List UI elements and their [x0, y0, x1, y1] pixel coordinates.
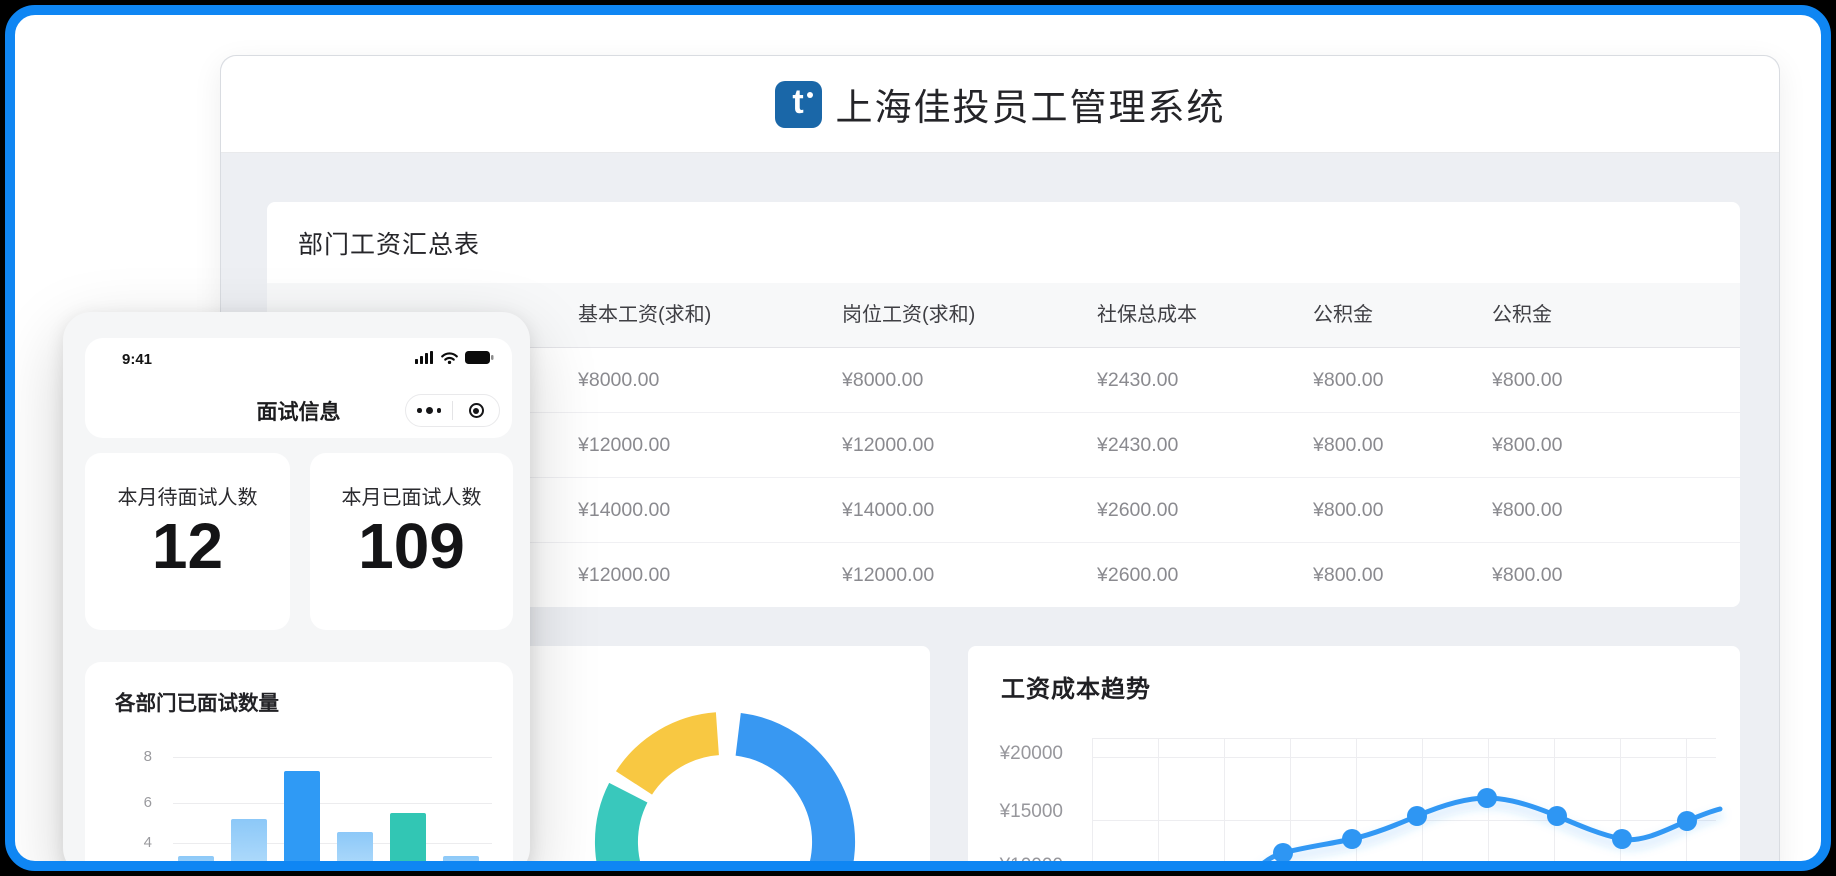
trend-chart-card: 工资成本趋势 ¥20000 ¥15000 ¥10000 — [968, 646, 1740, 867]
table-cell: ¥12000.00 — [578, 413, 670, 478]
gridline — [173, 757, 492, 758]
table-column-header: 公积金 — [1313, 283, 1373, 348]
table-cell: ¥12000.00 — [842, 413, 934, 478]
table-cell: ¥800.00 — [1492, 413, 1563, 478]
app-frame: t 上海佳投员工管理系统 部门工资汇总表 基本工资(求和) 岗位工资(求和) 社… — [0, 0, 1836, 876]
table-cell: ¥2430.00 — [1097, 348, 1178, 413]
bar — [231, 819, 267, 867]
table-cell: ¥800.00 — [1313, 478, 1384, 543]
data-point — [1477, 788, 1497, 808]
table-column-header: 岗位工资(求和) — [842, 283, 975, 348]
wechat-capsule — [405, 394, 500, 427]
phone-mockup: 9:41 — [63, 312, 530, 867]
table-cell: ¥8000.00 — [578, 348, 659, 413]
bar — [178, 856, 214, 867]
donut-segment-blue — [738, 734, 833, 867]
gridline — [173, 843, 492, 844]
stat-card-pending: 本月待面试人数 12 — [85, 453, 290, 630]
stat-label: 本月已面试人数 — [310, 481, 513, 510]
table-cell: ¥800.00 — [1492, 348, 1563, 413]
bar — [284, 771, 320, 867]
bar — [390, 813, 426, 867]
stat-value: 12 — [85, 509, 290, 583]
table-cell: ¥12000.00 — [578, 543, 670, 608]
axis-tick-label: 8 — [115, 748, 152, 766]
gridline — [173, 803, 492, 804]
bar — [443, 856, 479, 867]
table-column-header: 基本工资(求和) — [578, 283, 711, 348]
axis-tick-label: 4 — [115, 834, 152, 852]
wifi-icon — [440, 351, 459, 364]
phone-bar-chart-card: 各部门已面试数量 8 6 4 — [85, 662, 513, 867]
table-cell: ¥8000.00 — [842, 348, 923, 413]
window-header: t 上海佳投员工管理系统 — [221, 56, 1779, 153]
table-cell: ¥800.00 — [1492, 543, 1563, 608]
stat-card-done: 本月已面试人数 109 — [310, 453, 513, 630]
axis-tick-label: 6 — [115, 794, 152, 812]
page-title: 上海佳投员工管理系统 — [836, 77, 1226, 131]
data-point — [1407, 806, 1427, 826]
data-point — [1612, 829, 1632, 849]
table-cell: ¥14000.00 — [842, 478, 934, 543]
status-icons — [415, 351, 494, 364]
data-point — [1273, 843, 1293, 863]
table-cell: ¥800.00 — [1313, 543, 1384, 608]
trend-line — [1240, 798, 1720, 867]
table-column-header: 公积金 — [1492, 283, 1552, 348]
status-time-label: 9:41 — [122, 351, 152, 368]
table-column-header: 社保总成本 — [1097, 283, 1197, 348]
data-point — [1677, 811, 1697, 831]
table-cell: ¥14000.00 — [578, 478, 670, 543]
table-title: 部门工资汇总表 — [298, 225, 480, 261]
signal-icon — [415, 351, 434, 364]
donut-segment-yellow — [634, 734, 717, 783]
data-point — [1342, 829, 1362, 849]
table-cell: ¥12000.00 — [842, 543, 934, 608]
bar-chart-title: 各部门已面试数量 — [115, 686, 279, 716]
table-cell: ¥800.00 — [1313, 348, 1384, 413]
logo-letter: t — [775, 83, 822, 122]
bar — [337, 832, 373, 867]
table-cell: ¥800.00 — [1492, 478, 1563, 543]
stat-value: 109 — [310, 509, 513, 583]
table-cell: ¥2430.00 — [1097, 413, 1178, 478]
frame-inner-background: t 上海佳投员工管理系统 部门工资汇总表 基本工资(求和) 岗位工资(求和) 社… — [9, 9, 1827, 867]
logo-dot — [807, 92, 813, 98]
app-logo-icon: t — [775, 81, 822, 128]
table-cell: ¥2600.00 — [1097, 478, 1178, 543]
trend-line-chart — [968, 646, 1740, 867]
battery-icon — [465, 351, 494, 364]
stat-label: 本月待面试人数 — [85, 481, 290, 510]
phone-status-nav-card: 9:41 — [85, 338, 512, 438]
table-cell: ¥2600.00 — [1097, 543, 1178, 608]
exit-capsule-icon[interactable] — [453, 395, 499, 426]
donut-segment-teal — [616, 793, 631, 867]
data-point — [1547, 806, 1567, 826]
more-dots-icon[interactable] — [406, 395, 452, 426]
table-cell: ¥800.00 — [1313, 413, 1384, 478]
